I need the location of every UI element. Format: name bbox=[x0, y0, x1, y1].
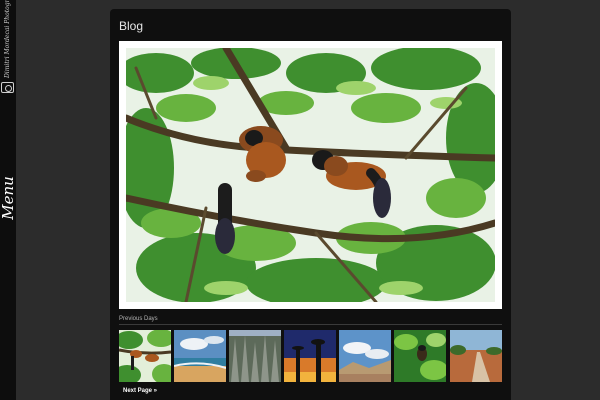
thumbnail-desert-clouds-image bbox=[339, 330, 391, 382]
next-page-link[interactable]: Next Page » bbox=[123, 388, 157, 394]
thumbnail-red-road[interactable] bbox=[450, 330, 502, 382]
thumbnail-jungle-lemur[interactable] bbox=[394, 330, 446, 382]
site-logo[interactable]: Dimitri Mordecai Photography bbox=[1, 0, 15, 96]
page-title: Blog bbox=[119, 19, 144, 33]
section-divider bbox=[119, 324, 502, 325]
blog-panel: Blog Previous Days Next Page » bbox=[110, 9, 511, 400]
thumbnail-lemurs-image bbox=[119, 330, 171, 382]
previous-days-label: Previous Days bbox=[119, 316, 158, 322]
featured-photo-image bbox=[126, 48, 495, 302]
thumbnail-baobabs-sunset-image bbox=[284, 330, 336, 382]
menu-toggle[interactable]: Menu bbox=[0, 176, 17, 220]
thumbnail-beach-image bbox=[174, 330, 226, 382]
thumbnail-jungle-lemur-image bbox=[394, 330, 446, 382]
thumbnail-red-road-image bbox=[450, 330, 502, 382]
thumbnail-baobabs-sunset[interactable] bbox=[284, 330, 336, 382]
logo-text: Dimitri Mordecai Photography bbox=[4, 0, 11, 78]
sidebar: Dimitri Mordecai Photography Menu bbox=[0, 0, 17, 400]
thumbnail-strip bbox=[119, 330, 502, 382]
thumbnail-rock-forest-image bbox=[229, 330, 281, 382]
featured-photo[interactable] bbox=[119, 41, 502, 309]
thumbnail-desert-clouds[interactable] bbox=[339, 330, 391, 382]
thumbnail-beach[interactable] bbox=[174, 330, 226, 382]
thumbnail-lemurs[interactable] bbox=[119, 330, 171, 382]
camera-icon bbox=[1, 82, 14, 93]
thumbnail-rock-forest[interactable] bbox=[229, 330, 281, 382]
